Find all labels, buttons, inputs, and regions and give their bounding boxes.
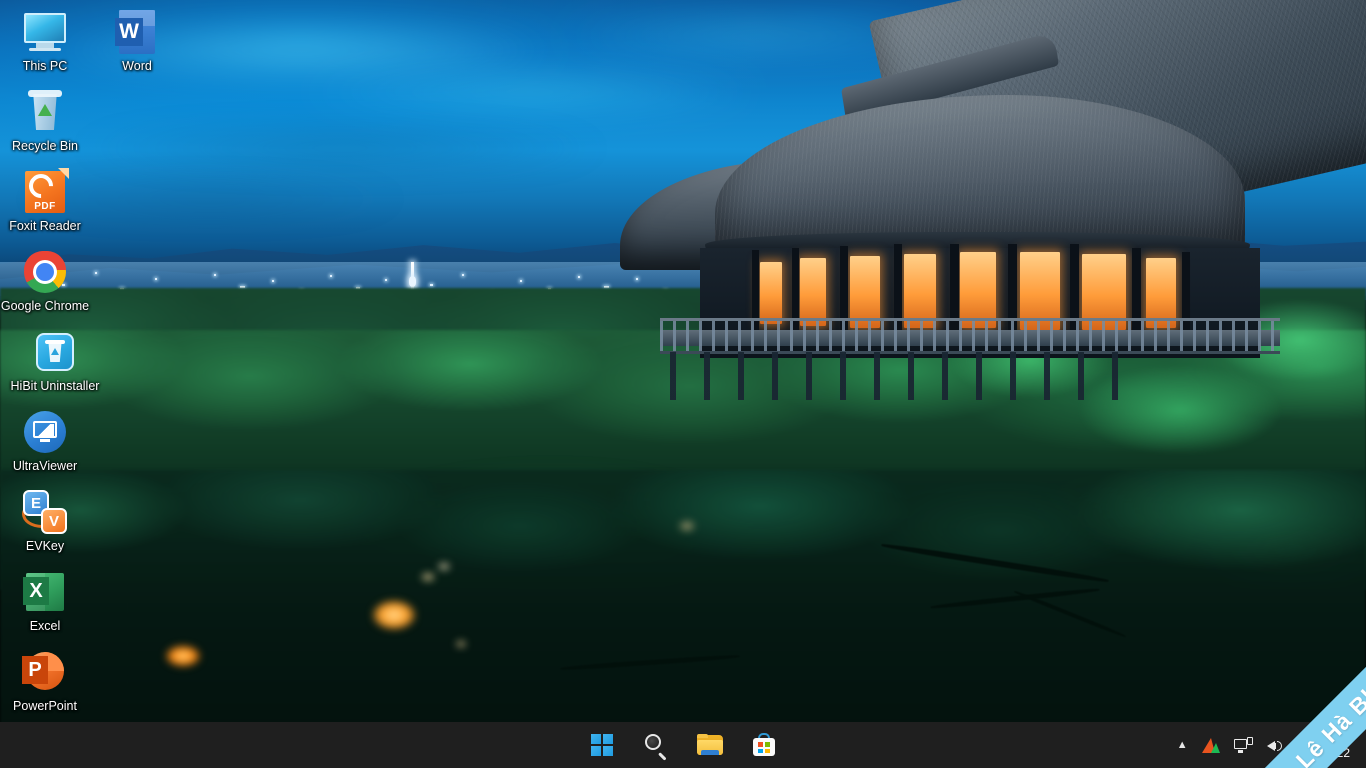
tray-icon-evkey[interactable] (1195, 725, 1227, 765)
desktop-icon-label: Recycle Bin (0, 139, 90, 154)
desktop-icon-label: UltraViewer (0, 459, 90, 474)
windows-logo-icon (591, 734, 613, 756)
microsoft-excel-icon: X (21, 568, 69, 616)
speaker-icon (1267, 738, 1284, 753)
hibit-uninstaller-icon (31, 328, 79, 376)
tray-icon-network[interactable] (1227, 725, 1260, 765)
system-tray: ▲ 4:44 PM 7/18/2022 (1170, 722, 1366, 768)
desktop-icon-label: PowerPoint (0, 699, 90, 714)
forest-lantern-glow (165, 645, 201, 667)
desktop-icon-google-chrome[interactable]: Google Chrome (0, 248, 90, 314)
kiyomizu-dera-temple (660, 0, 1366, 400)
desktop-icon-foxit-reader[interactable]: PDF Foxit Reader (0, 168, 90, 234)
forest-lantern-glow (678, 520, 696, 532)
taskbar-center-group (0, 722, 1366, 768)
forest-lantern-glow (437, 562, 451, 571)
desktop-icon-word[interactable]: W Word (92, 8, 182, 74)
forest-lantern-glow (455, 640, 467, 648)
taskbar-clock[interactable]: 4:44 PM 7/18/2022 (1291, 722, 1362, 768)
desktop-icon-evkey[interactable]: EV EVKey (0, 488, 90, 554)
forest-lantern-glow (420, 572, 436, 582)
wallpaper-cloud (60, 130, 620, 166)
search-icon (644, 733, 668, 757)
monitor-icon (21, 8, 69, 56)
microsoft-word-icon: W (113, 8, 161, 56)
recycle-bin-icon (21, 88, 69, 136)
clock-date: 7/18/2022 (1297, 745, 1350, 761)
temple-lit-window (800, 258, 826, 326)
desktop-icon-hibit-uninstaller[interactable]: HiBit Uninstaller (0, 328, 110, 394)
desktop-wallpaper[interactable] (0, 0, 1366, 768)
desktop-icon-ultraviewer[interactable]: UltraViewer (0, 408, 90, 474)
temple-stilts (670, 352, 1140, 400)
desktop-icon-label: Foxit Reader (0, 219, 90, 234)
chevron-up-icon: ▲ (1177, 739, 1188, 751)
microsoft-powerpoint-icon: P (21, 648, 69, 696)
forest-lantern-glow (372, 600, 416, 630)
desktop-icon-this-pc[interactable]: This PC (0, 8, 90, 74)
folder-icon (697, 734, 723, 756)
network-monitor-icon (1234, 737, 1253, 753)
desktop-icon-label: Excel (0, 619, 90, 634)
ultraviewer-icon (21, 408, 69, 456)
desktop-icon-label: This PC (0, 59, 90, 74)
taskbar-microsoft-store-button[interactable] (744, 725, 784, 765)
show-hidden-icons-button[interactable]: ▲ (1170, 725, 1195, 765)
chrome-icon (21, 248, 69, 296)
temple-lit-window (760, 262, 782, 324)
desktop-icon-excel[interactable]: X Excel (0, 568, 90, 634)
desktop-icon-label: Word (92, 59, 182, 74)
store-bag-icon (752, 733, 776, 757)
evkey-icon: EV (21, 488, 69, 536)
taskbar: ▲ 4:44 PM 7/18/2022 (0, 722, 1366, 768)
temple-lit-window (904, 254, 936, 328)
taskbar-file-explorer-button[interactable] (690, 725, 730, 765)
start-button[interactable] (582, 725, 622, 765)
clock-time: 4:44 PM (1305, 729, 1350, 745)
temple-lit-window (960, 252, 996, 328)
tray-icon-volume[interactable] (1260, 725, 1291, 765)
taskbar-search-button[interactable] (636, 725, 676, 765)
desktop-icon-recycle-bin[interactable]: Recycle Bin (0, 88, 90, 154)
desktop-icon-powerpoint[interactable]: P PowerPoint (0, 648, 90, 714)
desktop-icon-label: EVKey (0, 539, 90, 554)
desktop-icon-label: Google Chrome (0, 299, 90, 314)
evkey-tray-icon (1202, 737, 1220, 753)
desktop-icon-label: HiBit Uninstaller (0, 379, 110, 394)
temple-railing (660, 318, 1280, 354)
foxit-pdf-icon: PDF (21, 168, 69, 216)
